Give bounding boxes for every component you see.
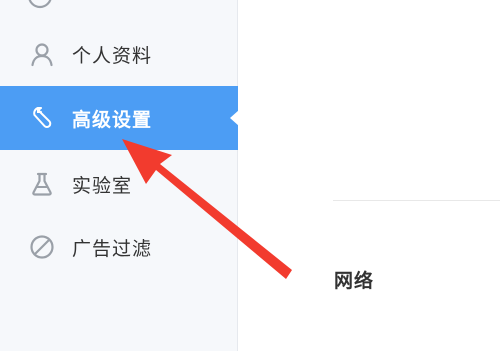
settings-sidebar: 个人资料 高级设置 实验室 广告过滤 [0,0,239,351]
sidebar-item-label: 实验室 [72,174,133,197]
sidebar-item-label: 个人资料 [72,44,153,67]
partial-top-icon [26,0,54,10]
wrench-icon [28,104,56,132]
flask-icon [28,170,56,198]
sidebar-item-advanced-settings[interactable]: 高级设置 [0,86,239,150]
settings-content: 网络 [239,0,500,351]
sidebar-item-lab[interactable]: 实验室 [0,152,238,216]
sidebar-item-profile[interactable]: 个人资料 [0,22,238,86]
sidebar-item-label: 广告过滤 [72,237,153,260]
section-title-network: 网络 [334,270,375,292]
settings-window: 个人资料 高级设置 实验室 广告过滤 网络 [0,0,500,351]
active-pointer [230,110,239,126]
section-divider [333,200,500,201]
block-icon [28,233,56,261]
sidebar-item-label: 高级设置 [72,108,153,131]
sidebar-item-ad-filter[interactable]: 广告过滤 [0,215,238,279]
user-icon [28,40,56,68]
